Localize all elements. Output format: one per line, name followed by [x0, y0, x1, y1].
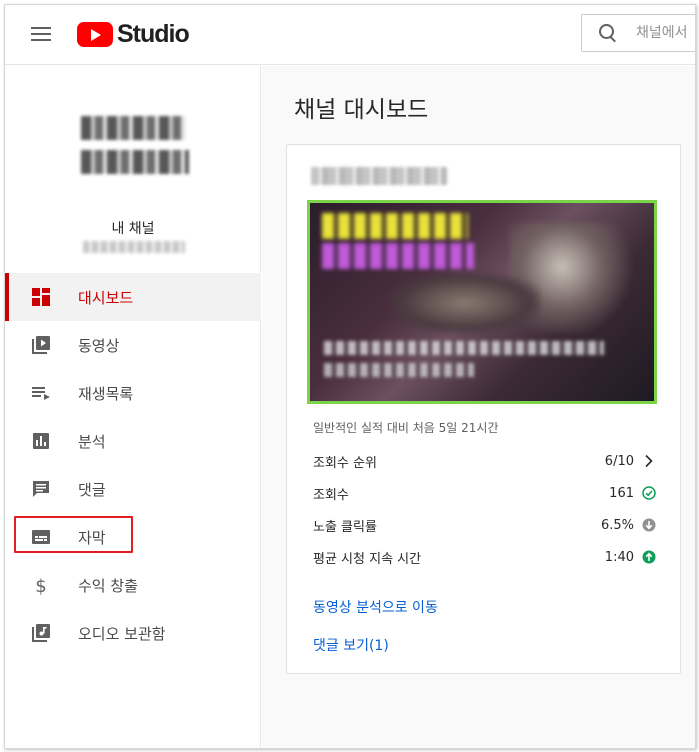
sidebar-item-label: 오디오 보관함	[78, 624, 166, 643]
playlist-icon	[32, 387, 50, 400]
view-comments-link[interactable]: 댓글 보기(1)	[313, 635, 389, 655]
video-library-icon	[32, 336, 50, 354]
menu-icon[interactable]	[31, 27, 51, 41]
studio-window: Studio 내 채널 대시보드	[4, 4, 696, 749]
metric-row-avg-view-duration: 평균 시청 지속 시간 1:40	[313, 541, 658, 573]
metric-label: 노출 클릭률	[313, 519, 377, 535]
top-bar: Studio	[5, 5, 695, 65]
sidebar-item-dashboard[interactable]: 대시보드	[5, 273, 261, 321]
svg-text:$: $	[35, 576, 46, 595]
sidebar-item-label: 자막	[78, 528, 106, 547]
metric-row-ctr: 노출 클릭률 6.5%	[313, 509, 658, 541]
video-thumbnail[interactable]	[307, 200, 657, 404]
sidebar-item-label: 재생목록	[78, 384, 134, 403]
my-channel-label: 내 채널	[111, 221, 155, 237]
sidebar-item-label: 대시보드	[78, 288, 134, 307]
sidebar-item-videos[interactable]: 동영상	[5, 321, 261, 369]
metric-value: 161	[609, 485, 634, 501]
studio-logo[interactable]: Studio	[77, 19, 190, 48]
chevron-right-icon[interactable]	[642, 454, 656, 468]
metric-value: 6/10	[604, 453, 634, 469]
check-circle-icon	[642, 486, 656, 500]
arrow-down-circle-icon	[642, 518, 656, 532]
metric-label: 조회수 순위	[313, 455, 377, 471]
metric-label: 조회수	[313, 487, 349, 503]
sidebar-item-comments[interactable]: 댓글	[5, 465, 261, 513]
subtitles-icon	[32, 530, 50, 544]
channel-avatar[interactable]	[81, 112, 189, 182]
metric-label: 평균 시청 지속 시간	[313, 551, 422, 567]
latest-video-card: 일반적인 실적 대비 처음 5일 21시간 조회수 순위 6/10 조회수 16…	[286, 144, 681, 674]
search-box[interactable]	[581, 14, 695, 52]
dashboard-icon	[32, 288, 50, 306]
sidebar-item-audio-library[interactable]: 오디오 보관함	[5, 609, 261, 657]
metric-row-views: 조회수 161	[313, 477, 658, 509]
channel-name-redacted	[83, 241, 185, 253]
sidebar-item-label: 댓글	[78, 480, 106, 499]
metric-value: 6.5%	[600, 517, 634, 533]
sidebar-item-analytics[interactable]: 분석	[5, 417, 261, 465]
arrow-up-circle-icon	[642, 550, 656, 564]
metric-value: 1:40	[604, 549, 634, 565]
search-icon[interactable]	[598, 23, 618, 43]
dollar-icon: $	[35, 576, 46, 595]
sidebar-item-label: 수익 창출	[78, 576, 138, 595]
analytics-icon	[33, 433, 49, 449]
card-title-redacted	[311, 167, 447, 185]
sidebar-item-playlists[interactable]: 재생목록	[5, 369, 261, 417]
sidebar-item-label: 분석	[78, 432, 106, 451]
logo-text: Studio	[117, 19, 190, 48]
page-title: 채널 대시보드	[294, 97, 429, 123]
sidebar-item-monetization[interactable]: $ 수익 창출	[5, 561, 261, 609]
comment-icon	[33, 481, 49, 497]
audio-library-icon	[32, 624, 50, 642]
sidebar-nav: 대시보드 동영상 재생목록 분석 댓글 자막 $ 수익 창출 오디오 보관함	[5, 273, 261, 657]
search-input[interactable]	[636, 25, 695, 41]
performance-caption: 일반적인 실적 대비 처음 5일 21시간	[313, 421, 499, 435]
metric-row-ranking[interactable]: 조회수 순위 6/10	[313, 445, 658, 477]
metrics-list: 조회수 순위 6/10 조회수 161 노출 클릭률 6.5% 평균 시청 지속…	[313, 445, 658, 573]
sidebar-item-subtitles[interactable]: 자막	[5, 513, 261, 561]
main-content: 채널 대시보드 일반적인 실적 대비 처음 5일 21시간 조회수 순위 6/1…	[262, 66, 695, 748]
youtube-play-icon	[77, 21, 113, 47]
sidebar: 내 채널 대시보드 동영상 재생목록 분석 댓글 자막 $ 수익 창출 오디오 …	[5, 66, 261, 748]
sidebar-item-label: 동영상	[78, 336, 120, 355]
go-to-video-analytics-link[interactable]: 동영상 분석으로 이동	[313, 597, 438, 617]
